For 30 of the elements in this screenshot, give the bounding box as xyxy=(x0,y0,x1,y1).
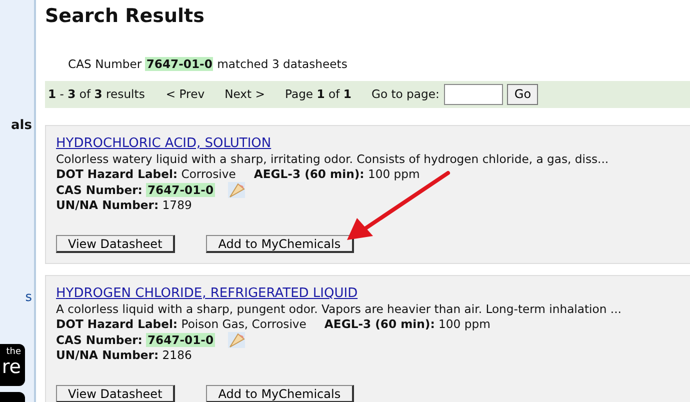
result-title-link[interactable]: HYDROCHLORIC ACID, SOLUTION xyxy=(56,136,272,151)
page-indicator: Page 1 of 1 xyxy=(285,87,352,102)
cas-number-text: CAS Number: 7647-01-0 xyxy=(56,182,215,198)
sidebar-link[interactable]: als xyxy=(11,118,32,133)
result-title-link[interactable]: HYDROGEN CHLORIDE, REFRIGERATED LIQUID xyxy=(56,286,358,301)
aegl-text: AEGL-3 (60 min): 100 ppm xyxy=(254,167,420,182)
page-field[interactable] xyxy=(444,84,504,105)
goto-label: Go to page: xyxy=(371,87,440,102)
sidebar-link[interactable]: s xyxy=(25,290,32,305)
view-datasheet-button[interactable]: View Datasheet xyxy=(56,235,176,253)
pencil-icon[interactable] xyxy=(228,332,245,348)
add-button[interactable]: Add to MyChemicals xyxy=(206,385,354,402)
app-store-badge[interactable]: the re xyxy=(0,344,25,386)
view-datasheet-button[interactable]: View Datasheet xyxy=(56,385,176,402)
prev-link[interactable]: < Prev xyxy=(166,87,205,102)
un-number-text: UN/NA Number: 2186 xyxy=(56,348,192,362)
pencil-icon[interactable] xyxy=(228,182,245,198)
next-link[interactable]: Next > xyxy=(224,87,265,102)
aegl-text: AEGL-3 (60 min): 100 ppm xyxy=(324,317,490,332)
results-count: 1 - 3 of 3 results xyxy=(48,87,145,102)
cas-number-text: CAS Number: 7647-01-0 xyxy=(56,332,215,348)
go-button[interactable]: Go xyxy=(507,84,538,105)
hazard-label-text: DOT Hazard Label: Poison Gas, Corrosive xyxy=(56,317,306,332)
description-text: A colorless liquid with a sharp, pungent odor. Vapors are heavier than air. Long-term inhalation ... xyxy=(56,302,622,317)
page-title: Search Results xyxy=(45,5,206,27)
hazard-label-text: DOT Hazard Label: Corrosive xyxy=(56,167,236,182)
un-number-text: UN/NA Number: 1789 xyxy=(56,198,192,212)
summary-text: CAS Number 7647-01-0 matched 3 datasheets xyxy=(68,57,348,72)
add-button[interactable]: Add to MyChemicals xyxy=(206,235,354,253)
description-text: Colorless watery liquid with a sharp, irritating odor. Consists of hydrogen chloride, a gas, diss... xyxy=(56,152,610,167)
